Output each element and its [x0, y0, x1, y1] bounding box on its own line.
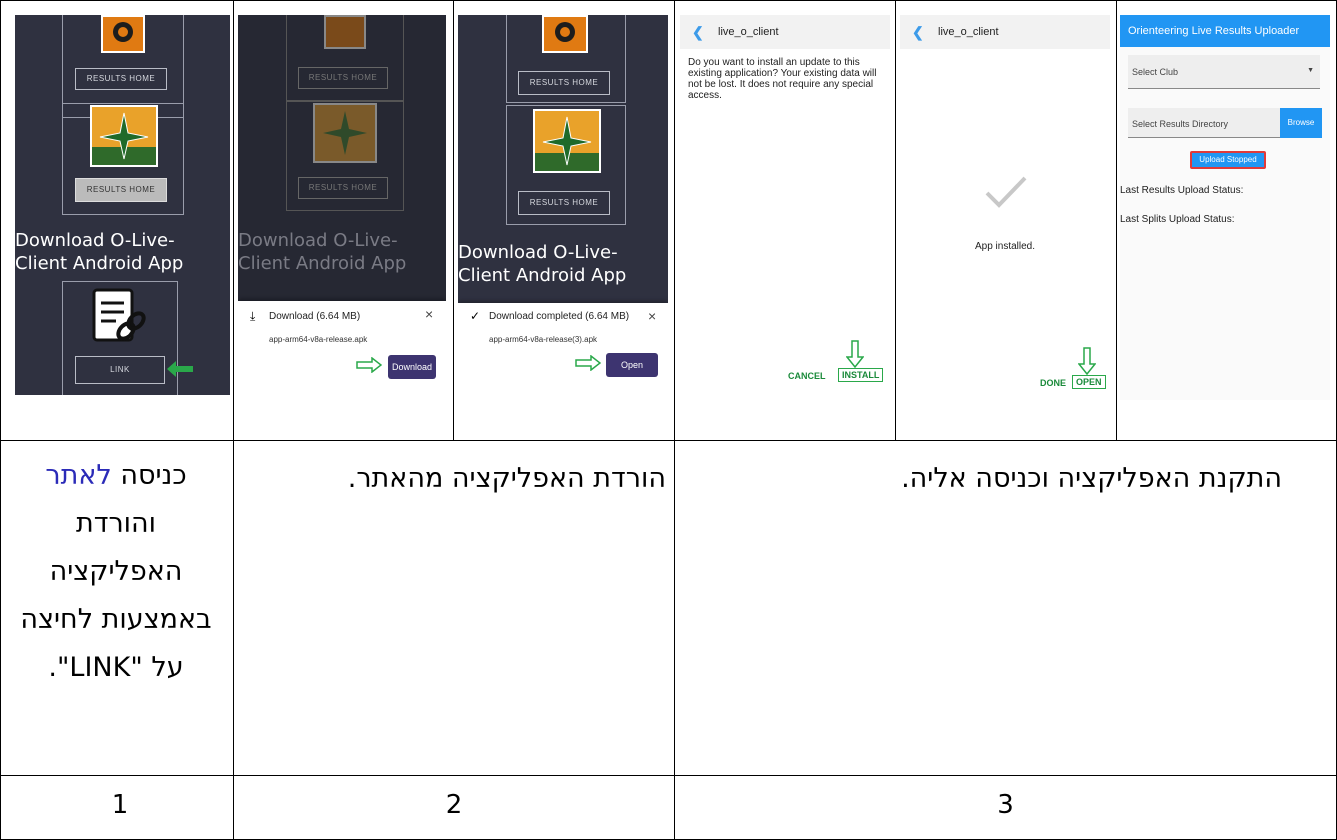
col-divider-1 [233, 0, 234, 840]
file-name: app-arm64-v8a-release.apk [269, 335, 368, 344]
app-bar: ❮ live_o_client [900, 15, 1110, 49]
caption-step-1: כניסה לאתר והורדת האפליקציה באמצעות לחיצ… [10, 452, 222, 692]
club-logo-top [324, 15, 366, 49]
installed-message: App installed. [974, 241, 1036, 252]
download-heading: Download O-Live-Client Android App [458, 242, 627, 286]
open-button[interactable]: OPEN [1072, 375, 1106, 389]
step-number-1: 1 [111, 790, 129, 820]
club-logo-middle [533, 109, 601, 173]
install-message: Do you want to install an update to this… [688, 57, 877, 101]
download-complete-dialog: ✓ Download completed (6.64 MB) × app-arm… [458, 303, 668, 395]
results-home-button[interactable]: RESULTS HOME [518, 191, 610, 215]
close-icon[interactable]: × [648, 308, 656, 324]
results-home-button[interactable]: RESULTS HOME [298, 177, 388, 199]
app-bar: ❮ live_o_client [680, 15, 890, 49]
green-arrow-left-icon [167, 361, 193, 377]
link-button[interactable]: LINK [75, 356, 165, 384]
screenshot-install-prompt: ❮ live_o_client Do you want to install a… [680, 15, 890, 400]
open-button[interactable]: Open [606, 353, 658, 377]
table-border-row1 [0, 440, 1337, 441]
select-club-dropdown[interactable]: Select Club ▼ [1128, 55, 1320, 89]
app-name: live_o_client [938, 26, 999, 38]
compass-star-icon [92, 112, 156, 165]
col-divider-5 [1116, 0, 1117, 440]
hollow-arrow-down-icon [1078, 347, 1096, 375]
hollow-arrow-right-icon [356, 357, 382, 373]
results-upload-status: Last Results Upload Status: [1120, 185, 1244, 196]
splits-upload-status: Last Splits Upload Status: [1120, 214, 1235, 225]
col-divider-2 [453, 0, 454, 440]
caption-prefix: כניסה [111, 460, 187, 491]
screenshot-website-link: RESULTS HOME RESULTS HOME Download O-Liv… [15, 15, 230, 395]
done-button[interactable]: DONE [1040, 378, 1066, 388]
download-heading: Download O-Live-Client Android App [15, 230, 184, 274]
download-icon: ⤓ [250, 309, 256, 323]
results-home-button-selected[interactable]: RESULTS HOME [75, 178, 167, 202]
table-border-left [0, 0, 1, 840]
club-logo-middle [90, 105, 158, 167]
col-divider-3 [674, 0, 675, 840]
download-heading: Download O-Live-Client Android App [238, 230, 407, 274]
caption-rest: והורדת האפליקציה באמצעות לחיצה על "LINK"… [20, 508, 212, 683]
dropdown-arrow-icon: ▼ [1307, 67, 1314, 74]
results-directory-label: Select Results Directory [1132, 119, 1229, 129]
site-link[interactable]: לאתר [45, 460, 111, 491]
flutter-logo-icon: ❮ [912, 24, 924, 40]
col-divider-4 [895, 0, 896, 440]
gear-icon [113, 22, 133, 42]
document-link-icon [92, 288, 146, 342]
club-logo-top [542, 15, 588, 53]
download-button[interactable]: Download [388, 355, 436, 379]
instruction-table: RESULTS HOME RESULTS HOME Download O-Liv… [0, 0, 1337, 840]
results-home-button[interactable]: RESULTS HOME [518, 71, 610, 95]
results-home-button[interactable]: RESULTS HOME [298, 67, 388, 89]
close-icon[interactable]: × [425, 306, 433, 322]
hollow-arrow-right-icon [575, 355, 601, 371]
club-logo-middle [313, 103, 377, 163]
app-name: live_o_client [718, 26, 779, 38]
table-border-row2 [0, 775, 1337, 776]
screenshot-uploader-app: Orienteering Live Results Uploader Selec… [1120, 15, 1330, 400]
compass-star-icon [535, 116, 599, 171]
table-border-top [0, 0, 1337, 1]
flutter-logo-icon: ❮ [692, 24, 704, 40]
checkmark-icon [985, 176, 1027, 208]
screenshot-download-prompt: RESULTS HOME RESULTS HOME Download O-Liv… [238, 15, 446, 395]
check-download-icon: ✓ [470, 309, 481, 323]
step-number-3: 3 [997, 790, 1014, 820]
gear-icon [555, 22, 575, 42]
club-logo-top [101, 15, 145, 53]
screenshot-app-installed: ❮ live_o_client App installed. DONE OPEN [900, 15, 1110, 400]
download-size: Download completed (6.64 MB) [489, 311, 630, 322]
file-name: app-arm64-v8a-release(3).apk [489, 335, 598, 344]
upload-stopped-button[interactable]: Upload Stopped [1190, 151, 1266, 169]
compass-star-icon [323, 111, 367, 155]
install-button[interactable]: INSTALL [838, 368, 884, 382]
uploader-header: Orienteering Live Results Uploader [1120, 15, 1330, 47]
browse-button[interactable]: Browse [1280, 108, 1322, 138]
download-size: Download (6.64 MB) [269, 311, 361, 322]
cancel-button[interactable]: CANCEL [788, 371, 826, 381]
select-club-label: Select Club [1132, 67, 1179, 77]
caption-step-3: התקנת האפליקציה וכניסה אליה. [901, 463, 1282, 494]
results-directory-input[interactable]: Select Results Directory [1128, 108, 1280, 138]
hollow-arrow-down-icon [846, 340, 864, 368]
caption-step-2: הורדת האפליקציה מהאתר. [347, 463, 666, 494]
results-home-button[interactable]: RESULTS HOME [75, 68, 167, 90]
screenshot-download-complete: RESULTS HOME RESULTS HOME Download O-Liv… [458, 15, 668, 395]
download-dialog: ⤓ Download (6.64 MB) × app-arm64-v8a-rel… [238, 301, 446, 395]
step-number-2: 2 [445, 790, 463, 820]
